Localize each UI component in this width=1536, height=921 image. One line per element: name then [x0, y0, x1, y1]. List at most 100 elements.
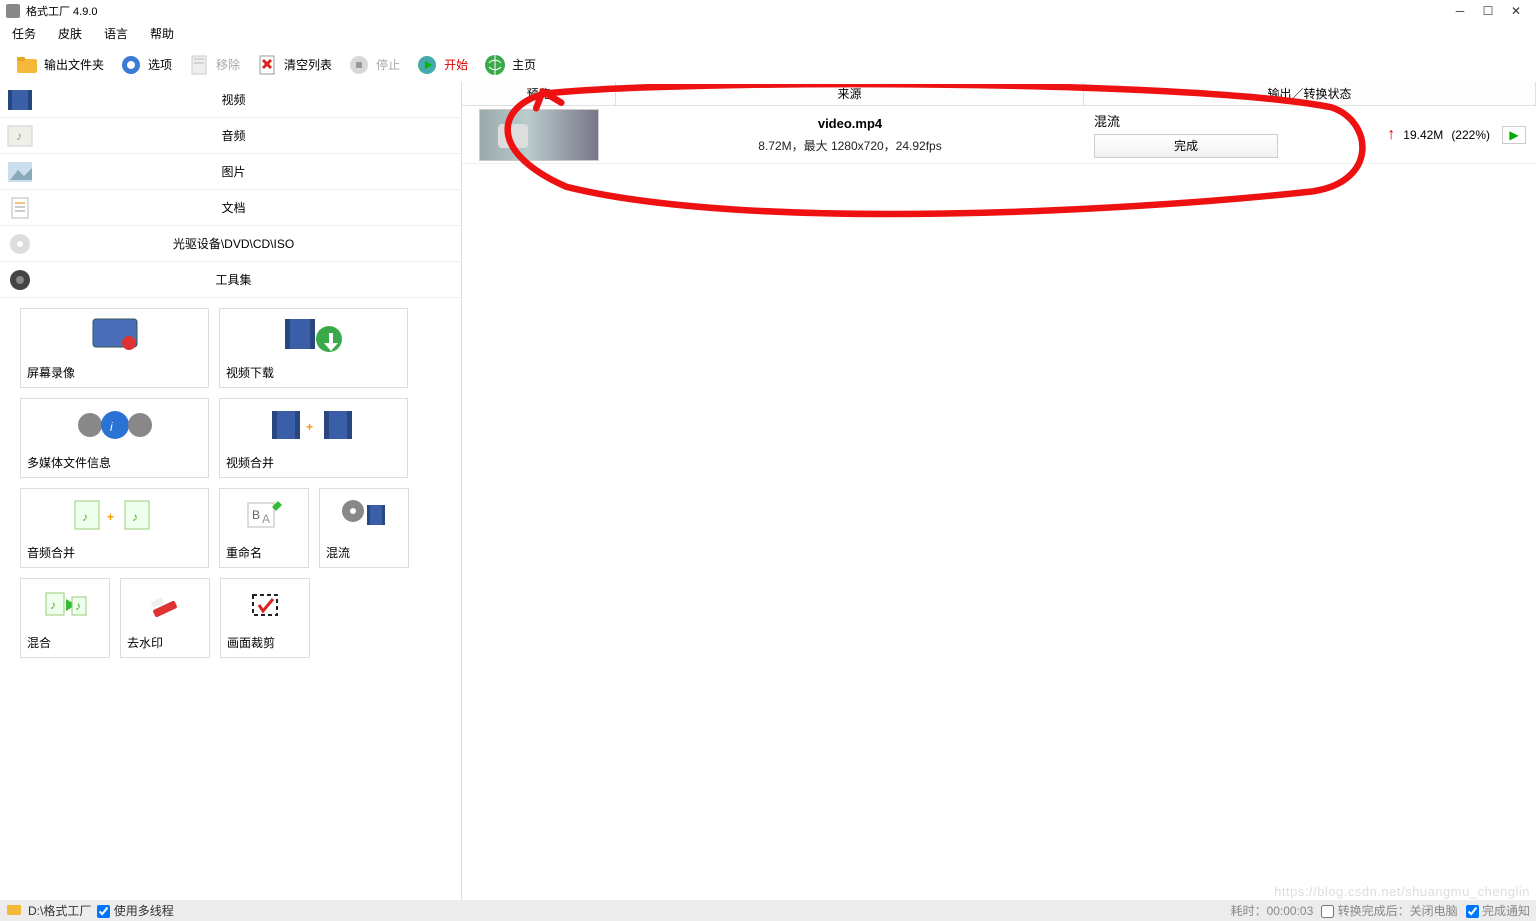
toolset-icon [3, 265, 37, 295]
start-button[interactable]: 开始 [408, 49, 474, 81]
folder-icon [14, 52, 40, 78]
category-video[interactable]: 视频 [0, 82, 461, 118]
category-document-label: 文档 [40, 199, 461, 216]
options-icon [118, 52, 144, 78]
watermark-text: https://blog.csdn.net/shuangmu_chenglin [1274, 884, 1530, 899]
stop-button[interactable]: 停止 [340, 49, 406, 81]
disc-icon [3, 229, 37, 259]
menu-skin[interactable]: 皮肤 [52, 23, 88, 44]
clear-list-button[interactable]: 清空列表 [248, 49, 338, 81]
category-disc-label: 光驱设备\DVD\CD\ISO [40, 235, 461, 252]
svg-text:+: + [107, 510, 114, 524]
svg-text:♪: ♪ [75, 599, 81, 613]
result-size: 19.42M [1403, 128, 1443, 142]
tool-video-merge[interactable]: + 视频合并 [219, 398, 408, 478]
remove-watermark-icon [121, 579, 209, 630]
tools-grid: 屏幕录像 视频下载 i 多媒体文件信息 + 视频合并 ♪+♪ 音频合并 BA 重… [0, 298, 461, 668]
titlebar: 格式工厂 4.9.0 ─ ☐ ✕ [0, 0, 1536, 22]
tool-mux-label: 混流 [320, 540, 408, 567]
tool-screen-record-label: 屏幕录像 [21, 360, 208, 387]
tool-rename-label: 重命名 [220, 540, 308, 567]
output-mode: 混流 [1094, 111, 1154, 130]
category-toolset[interactable]: 工具集 [0, 262, 461, 298]
svg-text:♪: ♪ [82, 510, 88, 524]
start-label: 开始 [444, 56, 468, 73]
menu-task[interactable]: 任务 [6, 23, 42, 44]
app-icon [6, 4, 20, 18]
svg-text:A: A [262, 512, 270, 526]
play-result-button[interactable]: ▶ [1502, 126, 1526, 144]
col-source[interactable]: 来源 [616, 82, 1084, 105]
svg-text:B: B [252, 508, 260, 522]
screen-record-icon [21, 309, 208, 360]
tool-media-info-label: 多媒体文件信息 [21, 450, 208, 477]
tool-mux-blend-label: 混合 [21, 630, 109, 657]
svg-text:i: i [110, 420, 113, 434]
clear-label: 清空列表 [284, 56, 332, 73]
maximize-button[interactable]: ☐ [1474, 1, 1502, 21]
tool-video-download-label: 视频下载 [220, 360, 407, 387]
close-button[interactable]: ✕ [1502, 1, 1530, 21]
row-output: 混流 完成 ↑ 19.42M (222%) ▶ [1084, 106, 1536, 163]
menubar: 任务 皮肤 语言 帮助 [0, 22, 1536, 44]
rename-icon: BA [220, 489, 308, 540]
status-button[interactable]: 完成 [1094, 134, 1278, 158]
mux-icon [320, 489, 408, 540]
status-elapsed: 耗时：00:00:03 [1231, 902, 1314, 919]
arrow-up-icon: ↑ [1387, 126, 1395, 144]
svg-text:♪: ♪ [50, 598, 56, 612]
done-notify-check[interactable]: 完成通知 [1466, 902, 1530, 919]
mux-blend-icon: ♪♪ [21, 579, 109, 630]
col-output[interactable]: 输出／转换状态 [1084, 82, 1536, 105]
tool-remove-watermark[interactable]: 去水印 [120, 578, 210, 658]
main-list: 预览 来源 输出／转换状态 video.mp4 8.72M，最大 1280x72… [462, 82, 1536, 902]
window-title: 格式工厂 4.9.0 [26, 3, 1446, 19]
minimize-button[interactable]: ─ [1446, 1, 1474, 21]
category-document[interactable]: 文档 [0, 190, 461, 226]
remove-button[interactable]: 移除 [180, 49, 246, 81]
video-download-icon [220, 309, 407, 360]
remove-label: 移除 [216, 56, 240, 73]
output-folder-button[interactable]: 输出文件夹 [8, 49, 110, 81]
stop-icon [346, 52, 372, 78]
image-icon [3, 157, 37, 187]
task-row[interactable]: video.mp4 8.72M，最大 1280x720，24.92fps 混流 … [462, 106, 1536, 164]
audio-merge-icon: ♪+♪ [21, 489, 208, 540]
svg-text:♪: ♪ [16, 129, 22, 143]
category-audio[interactable]: ♪ 音频 [0, 118, 461, 154]
category-image-label: 图片 [40, 163, 461, 180]
multithread-check[interactable]: 使用多线程 [97, 902, 173, 919]
sidebar: 视频 ♪ 音频 图片 文档 光驱设备\DVD\CD\ISO 工具集 屏幕录像 [0, 82, 462, 902]
remove-icon [186, 52, 212, 78]
stop-label: 停止 [376, 56, 400, 73]
file-name: video.mp4 [818, 116, 882, 131]
tool-video-download[interactable]: 视频下载 [219, 308, 408, 388]
audio-icon: ♪ [3, 121, 37, 151]
video-icon [3, 85, 37, 115]
tool-media-info[interactable]: i 多媒体文件信息 [20, 398, 209, 478]
tool-mux[interactable]: 混流 [319, 488, 409, 568]
status-path[interactable]: D:\格式工厂 [28, 902, 91, 919]
menu-help[interactable]: 帮助 [144, 23, 180, 44]
after-done-check[interactable]: 转换完成后：关闭电脑 [1321, 902, 1457, 919]
tool-crop[interactable]: 画面裁剪 [220, 578, 310, 658]
category-disc[interactable]: 光驱设备\DVD\CD\ISO [0, 226, 461, 262]
col-preview[interactable]: 预览 [462, 82, 616, 105]
tool-rename[interactable]: BA 重命名 [219, 488, 309, 568]
video-merge-icon: + [220, 399, 407, 450]
result-percent: (222%) [1451, 128, 1490, 142]
tool-mux-blend[interactable]: ♪♪ 混合 [20, 578, 110, 658]
menu-language[interactable]: 语言 [98, 23, 134, 44]
video-thumbnail[interactable] [479, 109, 599, 161]
category-audio-label: 音频 [40, 127, 461, 144]
start-icon [414, 52, 440, 78]
statusbar: D:\格式工厂 使用多线程 耗时：00:00:03 转换完成后：关闭电脑 完成通… [0, 900, 1536, 921]
category-image[interactable]: 图片 [0, 154, 461, 190]
clear-icon [254, 52, 280, 78]
tool-screen-record[interactable]: 屏幕录像 [20, 308, 209, 388]
tool-audio-merge[interactable]: ♪+♪ 音频合并 [20, 488, 209, 568]
file-info: 8.72M，最大 1280x720，24.92fps [758, 137, 941, 154]
tool-crop-label: 画面裁剪 [221, 630, 309, 657]
options-button[interactable]: 选项 [112, 49, 178, 81]
home-button[interactable]: 主页 [476, 49, 542, 81]
